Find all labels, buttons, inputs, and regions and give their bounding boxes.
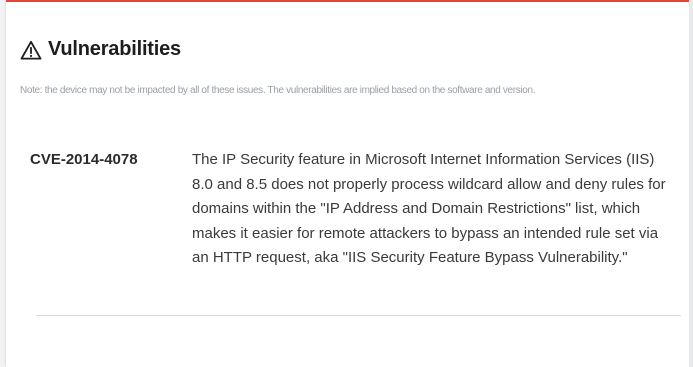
disclaimer-note: Note: the device may not be impacted by … — [20, 85, 536, 96]
cve-id[interactable]: CVE-2014-4078 — [20, 148, 192, 271]
scroll-gutter — [689, 0, 693, 367]
row-divider — [36, 315, 681, 316]
vulnerabilities-panel: Vulnerabilities Note: the device may not… — [6, 0, 689, 367]
page: Vulnerabilities Note: the device may not… — [0, 0, 693, 367]
panel-header: Vulnerabilities — [20, 38, 181, 61]
cve-description: The IP Security feature in Microsoft Int… — [192, 151, 666, 266]
warning-triangle-icon — [20, 40, 42, 60]
panel-title: Vulnerabilities — [48, 38, 181, 60]
vulnerability-row: CVE-2014-4078 The IP Security feature in… — [20, 148, 682, 271]
